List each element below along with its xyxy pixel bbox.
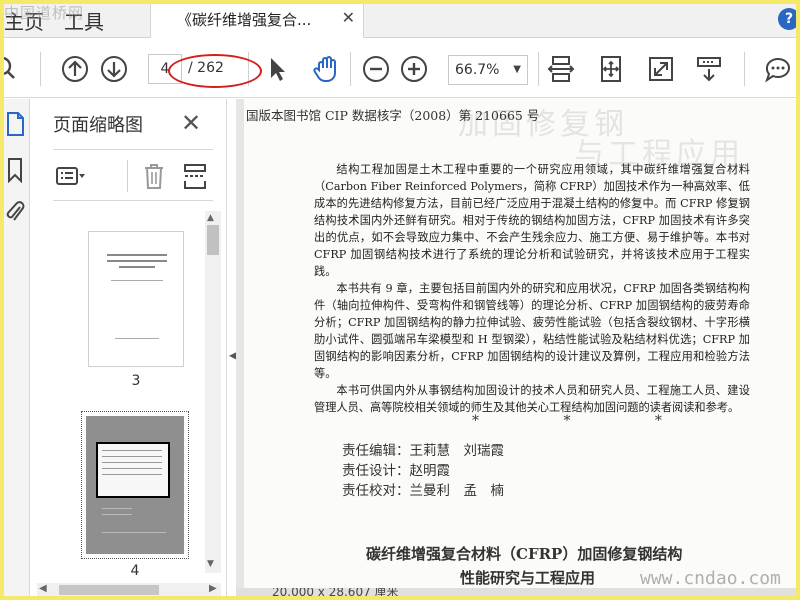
main-toolbar: 4 / 262 66.7% ▼ — [0, 38, 800, 98]
close-tab-icon[interactable]: ✕ — [342, 8, 355, 27]
thumbnail-toolbar — [53, 149, 213, 201]
thumbnail-text-line — [102, 462, 162, 463]
summary-paragraph: 本书共有 9 章，主要包括目前国内外的研究和应用状况，CFRP 加固各类钢结构构… — [314, 282, 750, 380]
toolbar-separator — [744, 52, 745, 86]
scroll-up-arrow-icon[interactable]: ▲ — [207, 213, 214, 223]
toolbar-separator — [127, 160, 128, 192]
fullscreen-icon[interactable] — [646, 54, 676, 84]
editorial-credits: 责任编辑：王莉慧 刘瑞霞 责任设计：赵明霞 责任校对：兰曼利 孟 楠 — [342, 441, 504, 501]
thumbnail-text-line — [102, 514, 132, 515]
bookmark-icon[interactable] — [4, 157, 26, 184]
thumbnail-label: 4 — [130, 563, 140, 579]
help-icon[interactable]: ? — [778, 8, 800, 30]
tab-document[interactable]: 《碳纤维增强复合... ✕ — [150, 0, 364, 38]
zoom-level-select[interactable]: 66.7% ▼ — [448, 55, 528, 85]
thumbnail-text-line — [107, 260, 167, 262]
summary-paragraph: 结构工程加固是土木工程中重要的一个研究应用领域，其中碳纤维增强复合材料（Carb… — [314, 163, 750, 278]
thumbnail-text-line — [102, 468, 162, 469]
search-icon[interactable] — [0, 54, 22, 84]
thumbnail-text-line — [115, 338, 159, 339]
toolbar-separator — [538, 52, 539, 86]
book-title-line: 碳纤维增强复合材料（CFRP）加固修复钢结构 — [366, 545, 683, 563]
thumbnail-text-line — [107, 254, 167, 256]
scroll-left-arrow-icon[interactable]: ◀ — [39, 583, 47, 594]
thumbnail-page-selected[interactable] — [81, 411, 189, 559]
document-viewer[interactable]: 加固修复钢 与工程应用 国版本图书馆 CIP 数据核字（2008）第 21066… — [236, 99, 800, 600]
thumbnail-options-icon[interactable] — [55, 162, 85, 190]
toolbar-separator — [350, 52, 351, 86]
watermark-url: www.cndao.com — [640, 568, 781, 589]
thumbnail-page-image — [86, 416, 184, 554]
credit-line: 责任校对：兰曼利 孟 楠 — [342, 483, 504, 499]
page-down-icon[interactable] — [99, 54, 129, 84]
page-dimensions: 20.000 x 28.607 厘米 — [272, 588, 399, 599]
document-tab-title: 《碳纤维增强复合... — [177, 11, 312, 29]
comment-icon[interactable] — [763, 54, 793, 84]
summary-paragraph: 本书可供国内外从事钢结构加固设计的技术人员和研究人员、工程施工人员、建设管理人员… — [314, 384, 750, 414]
thumbnail-page[interactable] — [88, 231, 184, 367]
attachment-icon[interactable] — [4, 199, 26, 225]
delete-page-icon[interactable] — [139, 162, 169, 190]
thumbnail-vertical-scrollbar[interactable]: ▲ ▼ — [205, 211, 221, 573]
credit-line: 责任设计：赵明霞 — [342, 463, 450, 479]
thumbnail-text-line — [111, 280, 163, 281]
left-navigation-rail — [0, 99, 30, 600]
extract-page-icon[interactable] — [181, 162, 211, 190]
book-summary: 结构工程加固是土木工程中重要的一个研究应用领域，其中碳纤维增强复合材料（Carb… — [314, 161, 750, 416]
scrollbar-thumb[interactable] — [207, 225, 219, 255]
thumbnail-text-line — [102, 508, 132, 509]
zoom-out-icon[interactable] — [361, 54, 391, 84]
tab-bar: 主页 工具 《碳纤维增强复合... ✕ ? — [0, 0, 800, 38]
credit-line: 责任编辑：王莉慧 刘瑞霞 — [342, 443, 504, 459]
scrollbar-thumb[interactable] — [59, 585, 159, 595]
chevron-down-icon: ▼ — [513, 64, 521, 75]
zoom-level-value: 66.7% — [455, 62, 500, 78]
thumbnail-horizontal-scrollbar[interactable]: ◀ ▶ — [37, 583, 221, 597]
book-title-line: 性能研究与工程应用 — [460, 569, 596, 587]
toolbar-separator — [40, 52, 41, 86]
hand-tool-icon[interactable] — [312, 54, 342, 84]
close-panel-icon[interactable]: ✕ — [181, 109, 201, 137]
thumbnail-text-line — [102, 456, 162, 457]
watermark-logo-top: 中国道桥网 — [4, 4, 85, 22]
thumbnail-text-line — [119, 266, 155, 268]
page-thumbnails-icon[interactable] — [4, 111, 26, 137]
thumbnail-text-line — [102, 532, 166, 533]
zoom-in-icon[interactable] — [399, 54, 429, 84]
panel-title: 页面缩略图 — [53, 115, 143, 136]
fit-page-icon[interactable] — [596, 54, 626, 84]
thumbnail-list: 3 4 — [31, 211, 207, 581]
section-divider-stars: * * * — [472, 413, 702, 429]
scroll-down-arrow-icon[interactable]: ▼ — [207, 559, 214, 569]
page-thumbnails-panel: 页面缩略图 ✕ 3 4 ▲ ▼ ◀ ▶ — [31, 99, 227, 600]
annotation-highlight-ellipse — [168, 54, 262, 88]
thumbnail-label: 3 — [131, 373, 141, 389]
scroll-mode-icon[interactable] — [694, 54, 724, 84]
select-cursor-icon[interactable] — [262, 54, 292, 84]
cip-record: 国版本图书馆 CIP 数据核字（2008）第 210665 号 — [246, 108, 540, 123]
thumbnail-text-line — [102, 474, 162, 475]
scroll-right-arrow-icon[interactable]: ▶ — [209, 583, 217, 594]
page-up-icon[interactable] — [60, 54, 90, 84]
document-page: 加固修复钢 与工程应用 国版本图书馆 CIP 数据核字（2008）第 21066… — [244, 99, 800, 600]
status-bar: 20.000 x 28.607 厘米 — [236, 588, 800, 600]
fit-width-icon[interactable] — [546, 54, 576, 84]
thumbnail-text-line — [102, 450, 162, 451]
